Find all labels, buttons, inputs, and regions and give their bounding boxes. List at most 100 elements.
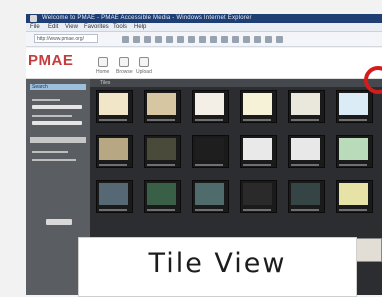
tile-item[interactable] <box>336 135 373 168</box>
tile-thumbnail <box>99 93 128 115</box>
tile-caption <box>147 164 175 166</box>
tile-caption <box>99 119 127 121</box>
favorites-icon[interactable] <box>188 35 195 43</box>
back-icon[interactable] <box>122 35 129 43</box>
tile-caption <box>147 119 175 121</box>
tile-thumbnail <box>99 138 128 160</box>
tile-item[interactable] <box>336 90 373 123</box>
upload-nav-icon[interactable] <box>139 57 149 67</box>
content-header: Tiles <box>90 79 382 87</box>
tile-item[interactable] <box>144 135 181 168</box>
preview-thumbnail[interactable] <box>356 238 382 262</box>
tile-caption <box>243 209 271 211</box>
tile-thumbnail <box>243 138 272 160</box>
page-icon[interactable] <box>254 35 261 43</box>
tile-caption <box>195 209 223 211</box>
tile-item[interactable] <box>336 180 373 213</box>
home-icon[interactable] <box>166 35 173 43</box>
tile-thumbnail <box>147 183 176 205</box>
tile-item[interactable] <box>96 135 133 168</box>
tile-item[interactable] <box>96 180 133 213</box>
tile-thumbnail <box>291 183 320 205</box>
tile-thumbnail <box>195 138 224 160</box>
print-icon[interactable] <box>221 35 228 43</box>
stop-icon[interactable] <box>155 35 162 43</box>
menu-view[interactable]: View <box>65 24 78 30</box>
menu-help[interactable]: Help <box>134 24 146 30</box>
nav-home-label[interactable]: Home <box>96 69 109 75</box>
tile-caption <box>291 164 319 166</box>
window-title: Welcome to PMAE - PMAE Accessible Media … <box>42 15 252 21</box>
tile-caption <box>243 164 271 166</box>
tile-caption <box>147 209 175 211</box>
menu-tools[interactable]: Tools <box>113 24 127 30</box>
sidebar-text <box>32 159 76 161</box>
pmae-logo: PMAE <box>28 52 74 69</box>
tile-item[interactable] <box>192 135 229 168</box>
tile-thumbnail <box>195 183 224 205</box>
tile-thumbnail <box>243 183 272 205</box>
tile-item[interactable] <box>96 90 133 123</box>
tile-thumbnail <box>147 138 176 160</box>
tile-caption <box>291 209 319 211</box>
browser-icon <box>30 15 37 22</box>
address-bar[interactable]: http://www.pmae.org/ <box>34 34 98 43</box>
tile-item[interactable] <box>192 180 229 213</box>
search-button[interactable] <box>46 219 72 225</box>
tile-caption <box>291 119 319 121</box>
refresh-icon[interactable] <box>144 35 151 43</box>
safety-icon[interactable] <box>265 35 272 43</box>
forward-icon[interactable] <box>133 35 140 43</box>
window-titlebar: Welcome to PMAE - PMAE Accessible Media … <box>26 14 382 23</box>
sidebar-section <box>30 137 86 143</box>
nav-browse-label[interactable]: Browse <box>116 69 133 75</box>
search-input[interactable] <box>32 105 82 109</box>
edit-icon[interactable] <box>232 35 239 43</box>
toolbar-icons <box>122 34 372 44</box>
tile-thumbnail <box>339 93 368 115</box>
tile-caption <box>243 119 271 121</box>
home-nav-icon[interactable] <box>98 57 108 67</box>
sidebar-text <box>32 99 60 101</box>
caption-box: Tile View <box>78 237 357 297</box>
tile-thumbnail <box>99 183 128 205</box>
tile-item[interactable] <box>288 180 325 213</box>
tile-thumbnail <box>291 93 320 115</box>
tile-caption <box>339 119 367 121</box>
browser-toolbar: http://www.pmae.org/ <box>26 32 382 47</box>
tile-thumbnail <box>339 183 368 205</box>
menu-file[interactable]: File <box>30 24 40 30</box>
tile-caption <box>195 164 223 166</box>
history-icon[interactable] <box>199 35 206 43</box>
tile-item[interactable] <box>144 90 181 123</box>
menu-favorites[interactable]: Favorites <box>84 24 109 30</box>
tile-caption <box>195 119 223 121</box>
sidebar-text <box>32 115 72 117</box>
tools-icon[interactable] <box>243 35 250 43</box>
browse-nav-icon[interactable] <box>119 57 129 67</box>
tile-thumbnail <box>195 93 224 115</box>
mail-icon[interactable] <box>210 35 217 43</box>
tile-item[interactable] <box>240 180 277 213</box>
tile-item[interactable] <box>144 180 181 213</box>
sidebar-title: Search <box>30 84 86 90</box>
nav-upload-label[interactable]: Upload <box>136 69 152 75</box>
tile-caption <box>99 209 127 211</box>
menu-edit[interactable]: Edit <box>48 24 58 30</box>
menu-bar: File Edit View Favorites Tools Help <box>26 23 382 32</box>
help-icon[interactable] <box>276 35 283 43</box>
tile-item[interactable] <box>288 90 325 123</box>
content-header-label: Tiles <box>100 80 111 86</box>
filter-input[interactable] <box>32 121 82 125</box>
tile-item[interactable] <box>192 90 229 123</box>
app-header: PMAE Home Browse Upload <box>26 48 382 79</box>
tile-thumbnail <box>291 138 320 160</box>
search-icon[interactable] <box>177 35 184 43</box>
tile-caption <box>339 209 367 211</box>
sidebar-text <box>32 151 68 153</box>
tile-thumbnail <box>147 93 176 115</box>
tile-thumbnail <box>243 93 272 115</box>
tile-item[interactable] <box>240 90 277 123</box>
tile-item[interactable] <box>240 135 277 168</box>
tile-item[interactable] <box>288 135 325 168</box>
